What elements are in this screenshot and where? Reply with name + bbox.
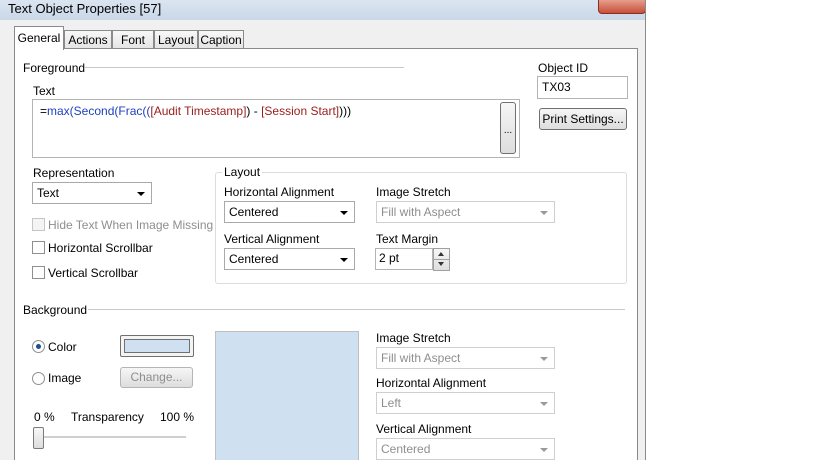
spin-down-icon[interactable]	[438, 262, 444, 266]
transparency-slider-track[interactable]	[38, 436, 186, 439]
radio-selected-dot	[36, 344, 41, 349]
properties-dialog: Text Object Properties [57] General Acti…	[0, 0, 646, 460]
bg-image-stretch-select[interactable]: Fill with Aspect	[376, 347, 555, 369]
tab-caption[interactable]: Caption	[198, 30, 244, 49]
object-id-value: TX03	[542, 80, 571, 94]
object-id-label: Object ID	[538, 61, 589, 75]
chevron-down-icon	[540, 448, 548, 452]
foreground-divider	[84, 67, 404, 68]
text-margin-field[interactable]: 2 pt	[375, 248, 433, 270]
hide-text-checkbox[interactable]	[32, 218, 45, 231]
horizontal-alignment-value: Centered	[229, 205, 279, 219]
text-label: Text	[33, 84, 56, 98]
chevron-down-icon	[540, 211, 548, 215]
vertical-scrollbar-checkbox[interactable]	[32, 266, 45, 279]
image-radio[interactable]	[32, 372, 45, 385]
close-button[interactable]	[598, 0, 645, 14]
title-bar[interactable]: Text Object Properties [57]	[0, 0, 645, 20]
hide-text-label: Hide Text When Image Missing	[48, 218, 214, 232]
spin-up-icon[interactable]	[438, 252, 444, 256]
color-radio-label: Color	[48, 340, 77, 354]
chevron-down-icon	[540, 357, 548, 361]
vertical-alignment-label: Vertical Alignment	[224, 232, 320, 246]
expression-editor-button[interactable]: ...	[500, 102, 516, 154]
vertical-scrollbar-label: Vertical Scrollbar	[48, 266, 139, 280]
foreground-group-label: Foreground	[23, 61, 86, 75]
transparency-slider-thumb[interactable]	[33, 427, 44, 449]
bg-vertical-alignment-label: Vertical Alignment	[376, 422, 472, 436]
representation-select[interactable]: Text	[32, 182, 152, 204]
bg-image-stretch-label: Image Stretch	[376, 331, 451, 345]
bg-vertical-alignment-select[interactable]: Centered	[376, 438, 555, 460]
transparency-max-label: 100 %	[160, 410, 195, 424]
layout-group-label: Layout	[222, 165, 263, 179]
chevron-down-icon	[137, 192, 145, 196]
bg-image-stretch-value: Fill with Aspect	[381, 351, 461, 365]
object-id-field[interactable]: TX03	[537, 76, 628, 99]
color-radio[interactable]	[32, 340, 45, 353]
horizontal-scrollbar-label: Horizontal Scrollbar	[48, 241, 153, 255]
tab-font[interactable]: Font	[112, 30, 154, 49]
image-stretch-value: Fill with Aspect	[381, 205, 461, 219]
background-preview	[215, 331, 359, 460]
bg-horizontal-alignment-value: Left	[381, 396, 402, 410]
change-image-button[interactable]: Change...	[120, 367, 193, 388]
background-group-label: Background	[23, 303, 88, 317]
chevron-down-icon	[540, 402, 548, 406]
tab-layout[interactable]: Layout	[154, 30, 198, 49]
vertical-alignment-select[interactable]: Centered	[224, 248, 355, 270]
representation-value: Text	[37, 186, 60, 200]
color-swatch	[124, 339, 190, 353]
horizontal-scrollbar-checkbox[interactable]	[32, 241, 45, 254]
print-settings-button[interactable]: Print Settings...	[539, 108, 627, 130]
expression-text: =max(Second(Frac(([Audit Timestamp]) - […	[40, 104, 352, 118]
color-swatch-button[interactable]	[120, 335, 194, 357]
chevron-down-icon	[340, 258, 348, 262]
chevron-down-icon	[340, 211, 348, 215]
image-radio-label: Image	[48, 371, 82, 385]
background-divider	[88, 309, 625, 310]
representation-label: Representation	[33, 166, 115, 180]
transparency-min-label: 0 %	[34, 410, 55, 424]
bg-vertical-alignment-value: Centered	[381, 442, 431, 456]
window-title: Text Object Properties [57]	[8, 1, 162, 16]
image-stretch-select[interactable]: Fill with Aspect	[376, 201, 555, 223]
vertical-alignment-value: Centered	[229, 252, 279, 266]
expression-text-field[interactable]: =max(Second(Frac(([Audit Timestamp]) - […	[32, 99, 520, 158]
horizontal-alignment-select[interactable]: Centered	[224, 201, 355, 223]
text-margin-spinner[interactable]	[433, 248, 450, 271]
image-stretch-label: Image Stretch	[376, 185, 451, 199]
transparency-label: Transparency	[71, 410, 144, 424]
tab-actions[interactable]: Actions	[64, 30, 112, 49]
bg-horizontal-alignment-label: Horizontal Alignment	[376, 376, 487, 390]
tab-general[interactable]: General	[14, 26, 64, 50]
spinner-divider	[434, 259, 449, 260]
text-margin-label: Text Margin	[376, 232, 439, 246]
text-margin-value: 2 pt	[379, 251, 400, 265]
bg-horizontal-alignment-select[interactable]: Left	[376, 392, 555, 414]
horizontal-alignment-label: Horizontal Alignment	[224, 185, 335, 199]
